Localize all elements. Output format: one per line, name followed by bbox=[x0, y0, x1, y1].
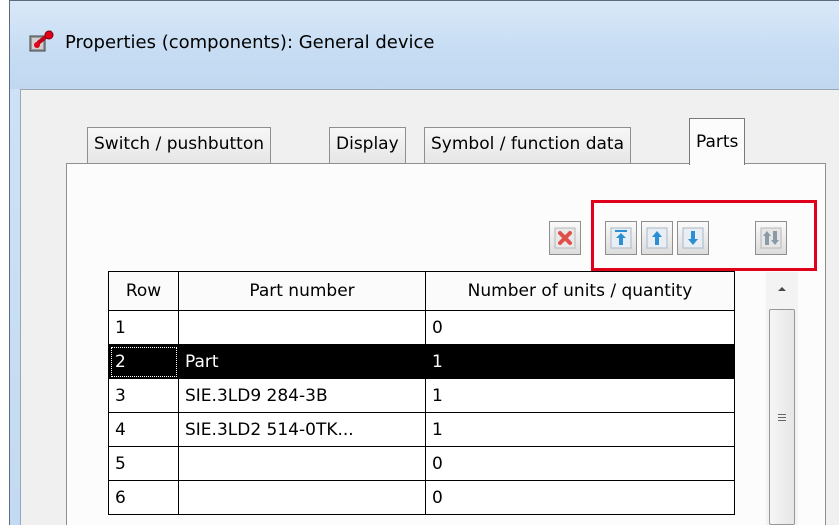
scroll-grip-icon bbox=[778, 414, 786, 421]
quantity-cell[interactable]: 1 bbox=[425, 344, 735, 379]
window-title: Properties (components): General device bbox=[65, 32, 435, 53]
column-header-quantity[interactable]: Number of units / quantity bbox=[425, 271, 735, 311]
row-number-cell[interactable]: 4 bbox=[108, 412, 179, 447]
table-header-row: Row Part number Number of units / quanti… bbox=[108, 271, 735, 311]
row-number-cell[interactable]: 1 bbox=[108, 310, 179, 345]
tab-switch-pushbutton[interactable]: Switch / pushbutton bbox=[87, 127, 272, 163]
quantity-cell[interactable]: 0 bbox=[425, 446, 735, 481]
table-row[interactable]: 4 SIE.3LD2 514-0TK... 1 bbox=[108, 412, 735, 447]
delete-row-button[interactable] bbox=[549, 221, 581, 255]
table-row-selected[interactable]: 2 Part 1 bbox=[108, 344, 735, 379]
parts-table: Row Part number Number of units / quanti… bbox=[108, 271, 735, 515]
table-row[interactable]: 5 0 bbox=[108, 446, 735, 481]
tab-display[interactable]: Display bbox=[329, 127, 406, 163]
quantity-cell[interactable]: 0 bbox=[425, 480, 735, 515]
part-number-cell[interactable] bbox=[178, 480, 426, 515]
quantity-cell[interactable]: 1 bbox=[425, 378, 735, 413]
title-bar: Properties (components): General device bbox=[10, 1, 839, 89]
table-row[interactable]: 3 SIE.3LD9 284-3B 1 bbox=[108, 378, 735, 413]
quantity-cell[interactable]: 1 bbox=[425, 412, 735, 447]
scroll-up-arrow-icon bbox=[778, 287, 786, 291]
tab-parts[interactable]: Parts bbox=[689, 118, 746, 165]
row-number-cell[interactable]: 6 bbox=[108, 480, 179, 515]
tab-symbol-function-data[interactable]: Symbol / function data bbox=[424, 127, 632, 163]
part-number-cell[interactable] bbox=[178, 310, 426, 345]
column-header-row[interactable]: Row bbox=[108, 271, 179, 311]
scroll-thumb[interactable] bbox=[769, 309, 795, 525]
part-number-cell[interactable]: Part bbox=[178, 344, 426, 379]
table-row[interactable]: 1 0 bbox=[108, 310, 735, 345]
highlight-box bbox=[591, 200, 817, 271]
row-number-cell[interactable]: 5 bbox=[108, 446, 179, 481]
column-header-part-number[interactable]: Part number bbox=[178, 271, 426, 311]
part-number-cell[interactable]: SIE.3LD9 284-3B bbox=[178, 378, 426, 413]
properties-app-icon bbox=[28, 29, 56, 55]
delete-icon bbox=[554, 227, 576, 249]
row-number-cell[interactable]: 2 bbox=[108, 344, 179, 379]
quantity-cell[interactable]: 0 bbox=[425, 310, 735, 345]
part-number-cell[interactable]: SIE.3LD2 514-0TK... bbox=[178, 412, 426, 447]
row-number-cell[interactable]: 3 bbox=[108, 378, 179, 413]
part-number-cell[interactable] bbox=[178, 446, 426, 481]
table-vertical-scrollbar[interactable] bbox=[766, 272, 798, 525]
scroll-up-button[interactable] bbox=[766, 272, 798, 306]
table-row[interactable]: 6 0 bbox=[108, 480, 735, 515]
